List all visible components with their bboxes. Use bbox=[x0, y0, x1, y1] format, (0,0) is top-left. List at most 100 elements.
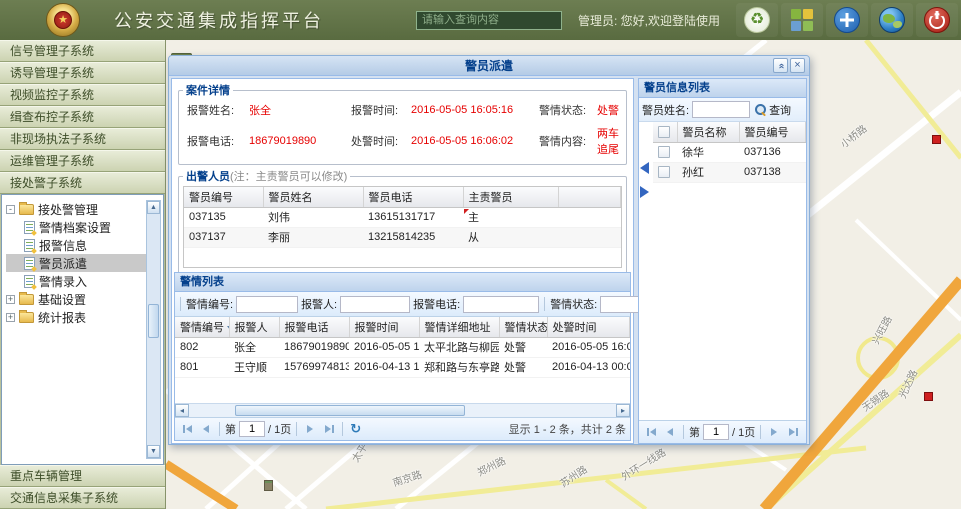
window-titlebar[interactable]: 警员派遣 « × bbox=[169, 56, 809, 76]
refresh-icon[interactable]: ↻ bbox=[350, 421, 361, 437]
sidebar-item-guidance[interactable]: 诱导管理子系统 bbox=[0, 62, 165, 84]
add-button[interactable] bbox=[826, 3, 868, 37]
tree-node-reports[interactable]: + 统计报表 bbox=[6, 308, 147, 326]
search-icon bbox=[755, 104, 766, 115]
alert-row[interactable]: 801 王守顺 15769974813 2016-04-13 12:... 郑和… bbox=[175, 357, 630, 377]
officer-row[interactable]: 孙红 037138 bbox=[653, 162, 806, 182]
checkbox-icon[interactable] bbox=[658, 126, 670, 138]
alert-row[interactable]: 802 张全 18679019890 2016-05-05 16:... 太平北… bbox=[175, 337, 630, 357]
tree-node-officer-dispatch[interactable]: 警员派遣 bbox=[6, 254, 147, 272]
sidebar-item-signal[interactable]: 信号管理子系统 bbox=[0, 40, 165, 62]
sidebar-item-traffic-info[interactable]: 交通信息采集子系统 bbox=[0, 487, 165, 509]
field-value: 2016-05-05 16:05:16 bbox=[411, 104, 539, 116]
tree-node-label: 接处警管理 bbox=[38, 201, 98, 218]
first-page-button[interactable] bbox=[643, 424, 659, 440]
alert-id-input[interactable] bbox=[236, 296, 298, 313]
scroll-left-icon[interactable]: ◂ bbox=[175, 404, 189, 417]
column-header[interactable]: 报警时间 bbox=[349, 317, 419, 337]
sidebar-item-key-vehicles[interactable]: 重点车辆管理 bbox=[0, 465, 165, 487]
horizontal-scrollbar[interactable]: ◂ ▸ bbox=[175, 403, 630, 417]
dispatch-main-panel: 案件详情 报警姓名: 张全 报警时间: 2016-05-05 16:05:16 … bbox=[171, 78, 634, 444]
officer-dispatch-window: 警员派遣 « × 案件详情 报警姓名: 张全 报警时间: 2016-05-05 … bbox=[168, 55, 810, 445]
scroll-up-icon[interactable]: ▲ bbox=[147, 201, 160, 214]
refresh-button[interactable]: ♻ bbox=[736, 3, 778, 37]
next-page-button[interactable] bbox=[302, 421, 318, 437]
field-label: 警情状态: bbox=[539, 102, 597, 118]
tree-node-label: 报警信息 bbox=[39, 237, 87, 254]
sidebar-item-offsite[interactable]: 非现场执法子系统 bbox=[0, 128, 165, 150]
modules-button[interactable] bbox=[781, 3, 823, 37]
dispatch-row[interactable]: 037135 刘伟 13615131717 主 bbox=[184, 207, 621, 227]
tree-node-label: 基础设置 bbox=[38, 291, 86, 308]
tree-node-basic-settings[interactable]: + 基础设置 bbox=[6, 290, 147, 308]
field-label: 报警电话: bbox=[187, 133, 249, 149]
column-header[interactable]: 警员编号 bbox=[184, 187, 263, 207]
collapse-expander-icon[interactable]: - bbox=[6, 205, 15, 214]
page-number-input[interactable] bbox=[239, 421, 265, 437]
scrollbar-thumb[interactable] bbox=[148, 304, 159, 338]
alert-filter-toolbar: 警情编号: 报警人: 报警电话: 警情状态: 查询 bbox=[175, 292, 630, 317]
map-marker[interactable] bbox=[932, 135, 941, 144]
officer-search-row: 警员姓名: 查询 bbox=[639, 98, 806, 122]
last-page-button[interactable] bbox=[785, 424, 801, 440]
sidebar-item-video[interactable]: 视频监控子系统 bbox=[0, 84, 165, 106]
reporter-input[interactable] bbox=[340, 296, 410, 313]
column-header[interactable]: 警员姓名 bbox=[263, 187, 363, 207]
close-window-icon[interactable]: × bbox=[790, 58, 805, 73]
tree-node-archive-settings[interactable]: 警情档案设置 bbox=[6, 218, 147, 236]
column-header-sorted[interactable]: 警情编号 bbox=[175, 317, 229, 337]
scroll-right-icon[interactable]: ▸ bbox=[616, 404, 630, 417]
welcome-text: 管理员: 您好,欢迎登陆使用 bbox=[578, 12, 720, 29]
sidebar-item-patrol[interactable]: 缉查布控子系统 bbox=[0, 106, 165, 128]
column-header[interactable]: 主责警员 bbox=[463, 187, 558, 207]
map-marker[interactable] bbox=[924, 392, 933, 401]
prev-page-button[interactable] bbox=[198, 421, 214, 437]
tree-node-alert-entry[interactable]: 警情录入 bbox=[6, 272, 147, 290]
officer-paging-bar: 第 / 1页 bbox=[639, 420, 806, 443]
officer-row[interactable]: 徐华 037136 bbox=[653, 142, 806, 162]
next-page-button[interactable] bbox=[766, 424, 782, 440]
officer-search-button[interactable]: 查询 bbox=[753, 102, 793, 118]
sidebar-item-dispatch-subsystem[interactable]: 接处警子系统 bbox=[0, 172, 165, 194]
column-header[interactable]: 警员电话 bbox=[363, 187, 463, 207]
dispatch-row[interactable]: 037137 李丽 13215814235 从 bbox=[184, 227, 621, 247]
map-mode-button[interactable] bbox=[871, 3, 913, 37]
collapse-window-icon[interactable]: « bbox=[773, 58, 788, 73]
officer-name-input[interactable] bbox=[692, 101, 750, 118]
alert-list-title: 警情列表 bbox=[175, 273, 630, 292]
folder-icon bbox=[19, 204, 34, 215]
expand-expander-icon[interactable]: + bbox=[6, 313, 15, 322]
column-header[interactable]: 处警时间 bbox=[547, 317, 630, 337]
last-page-button[interactable] bbox=[321, 421, 337, 437]
case-details-legend: 案件详情 bbox=[183, 82, 233, 98]
first-page-button[interactable] bbox=[179, 421, 195, 437]
transfer-right-icon[interactable] bbox=[640, 186, 649, 198]
field-label: 报警时间: bbox=[351, 102, 411, 118]
column-header[interactable]: 报警人 bbox=[229, 317, 279, 337]
prev-page-button[interactable] bbox=[662, 424, 678, 440]
transfer-left-icon[interactable] bbox=[640, 162, 649, 174]
globe-icon bbox=[879, 7, 905, 33]
column-header[interactable]: 警情状态 bbox=[499, 317, 547, 337]
sidebar-item-ops[interactable]: 运维管理子系统 bbox=[0, 150, 165, 172]
header-search-input[interactable] bbox=[416, 11, 562, 30]
phone-input[interactable] bbox=[463, 296, 539, 313]
page-icon bbox=[24, 275, 35, 288]
logout-button[interactable] bbox=[916, 3, 958, 37]
row-checkbox[interactable] bbox=[658, 146, 670, 158]
column-header[interactable]: 警员编号 bbox=[739, 122, 806, 142]
dispatch-personnel-grid: 警员编号 警员姓名 警员电话 主责警员 037135 刘伟 1361513171… bbox=[183, 186, 622, 268]
select-all-header[interactable] bbox=[653, 122, 677, 142]
row-checkbox[interactable] bbox=[658, 166, 670, 178]
alert-paging-bar: 第 / 1页 ↻ 显示 1 - 2 条，共计 2 条 bbox=[175, 417, 630, 440]
tree-node-root[interactable]: - 接处警管理 bbox=[6, 200, 147, 218]
page-number-input[interactable] bbox=[703, 424, 729, 440]
column-header[interactable]: 警情详细地址 bbox=[419, 317, 499, 337]
expand-expander-icon[interactable]: + bbox=[6, 295, 15, 304]
tree-node-alarm-info[interactable]: 报警信息 bbox=[6, 236, 147, 254]
column-header[interactable]: 警员名称 bbox=[677, 122, 739, 142]
column-header[interactable]: 报警电话 bbox=[279, 317, 349, 337]
tree-scrollbar[interactable]: ▲ ▼ bbox=[146, 200, 161, 459]
scrollbar-thumb[interactable] bbox=[235, 405, 465, 416]
scroll-down-icon[interactable]: ▼ bbox=[147, 445, 160, 458]
